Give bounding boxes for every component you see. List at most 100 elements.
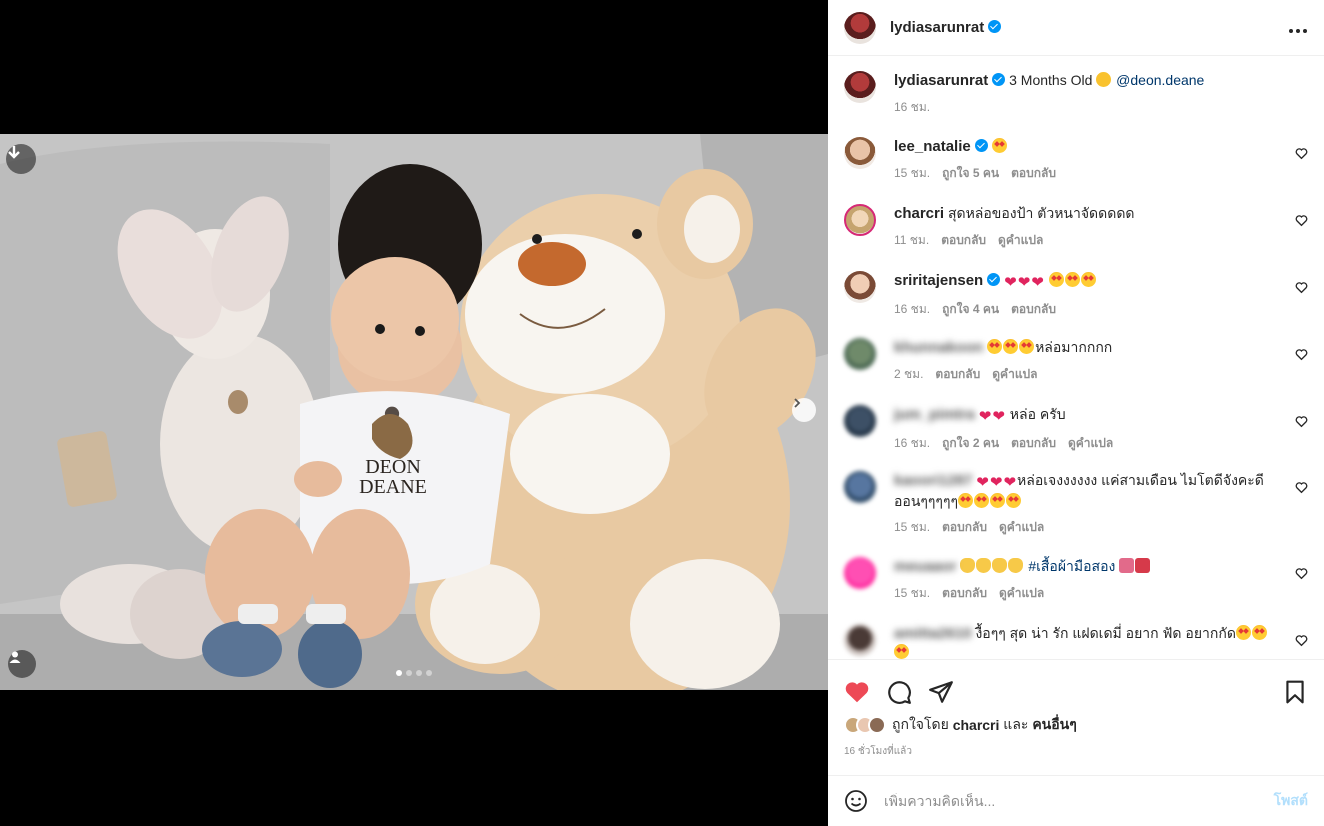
comment-text: charcri สุดหล่อของป้า ตัวหนาจัดดดดด (894, 204, 1308, 223)
commenter-username[interactable]: kaoori1287 (894, 472, 972, 489)
author-username-text[interactable]: lydiasarunrat (890, 19, 984, 36)
commenter-username[interactable]: amitta2610 (894, 625, 972, 642)
liked-by-others-link[interactable]: คนอื่นๆ (1032, 714, 1076, 736)
commenter-avatar[interactable] (844, 137, 876, 169)
more-options-button[interactable] (1288, 18, 1308, 38)
comment-time[interactable]: 15 ชม. (894, 518, 930, 537)
commenter-username[interactable]: sriritajensen (894, 272, 983, 289)
commenter-avatar[interactable] (844, 471, 876, 503)
comment-row: khunnakoon หล่อมากกกก 2 ชม. ตอบกลับ ดูคำ… (828, 338, 1324, 384)
add-comment-bar: โพสต์ (828, 775, 1324, 826)
comment-time[interactable]: 16 ชม. (894, 434, 930, 453)
save-bookmark-icon[interactable] (1282, 679, 1308, 705)
see-translation-button[interactable]: ดูคำแปล (999, 518, 1044, 537)
share-send-icon[interactable] (928, 679, 954, 705)
comment-time[interactable]: 15 ชม. (894, 164, 930, 183)
comment-meta: 15 ชม. ถูกใจ 5 คน ตอบกลับ (894, 164, 1308, 183)
star-struck-emoji-icon (1019, 339, 1035, 354)
post-photo[interactable]: • DEON DEANE (0, 134, 828, 690)
comment-meta: 16 ชม. ถูกใจ 2 คน ตอบกลับ ดูคำแปล (894, 434, 1308, 453)
star-struck-emoji-icon (1005, 493, 1021, 508)
reply-button[interactable]: ตอบกลับ (942, 584, 987, 603)
comment-body: lee_natalie 15 ชม. ถูกใจ 5 คน ตอบกลับ (894, 137, 1308, 183)
caption-time[interactable]: 16 ชม. (894, 98, 930, 117)
commenter-username[interactable]: khunnakoon (894, 339, 983, 356)
reply-button[interactable]: ตอบกลับ (941, 231, 986, 250)
caption-mention-link[interactable]: @deon.deane (1116, 72, 1204, 88)
red-heart-emoji-icon: ❤ (978, 408, 992, 425)
comment-row: charcri สุดหล่อของป้า ตัวหนาจัดดดดด 11 ช… (828, 204, 1324, 250)
reply-button[interactable]: ตอบกลับ (1011, 164, 1056, 183)
reply-button[interactable]: ตอบกลับ (1011, 434, 1056, 453)
avatar (868, 716, 886, 734)
clapping-hands-emoji-icon (976, 558, 992, 573)
commenter-avatar[interactable] (844, 405, 876, 437)
smile-emoji-icon (1096, 72, 1112, 87)
commenter-avatar[interactable] (844, 271, 876, 303)
carousel-next-button[interactable] (792, 398, 816, 422)
see-translation-button[interactable]: ดูคำแปล (992, 365, 1037, 384)
comment-icon[interactable] (886, 679, 912, 705)
comment-like-heart-icon[interactable] (1295, 634, 1308, 647)
carousel-dot (406, 670, 412, 676)
shirt-emoji-icon (1119, 558, 1135, 573)
clapping-hands-emoji-icon (992, 558, 1008, 573)
comment-like-heart-icon[interactable] (1295, 214, 1308, 227)
commenter-avatar[interactable] (844, 338, 876, 370)
star-struck-emoji-icon (1064, 272, 1080, 287)
commenter-username[interactable]: meuaaor (894, 558, 957, 575)
reply-button[interactable]: ตอบกลับ (1011, 300, 1056, 319)
see-translation-button[interactable]: ดูคำแปล (999, 584, 1044, 603)
post-comment-button[interactable]: โพสต์ (1274, 790, 1308, 812)
comment-meta: 2 ชม. ตอบกลับ ดูคำแปล (894, 365, 1308, 384)
comment-likes[interactable]: ถูกใจ 5 คน (942, 164, 999, 183)
comments-list[interactable]: lydiasarunrat 3 Months Old @deon.deane 1… (828, 57, 1324, 659)
reply-button[interactable]: ตอบกลับ (935, 365, 980, 384)
comment-like-heart-icon[interactable] (1295, 147, 1308, 160)
comment-message: สุดหล่อของป้า ตัวหนาจัดดดดด (947, 205, 1135, 221)
comment-text: lee_natalie (894, 137, 1308, 156)
comment-likes[interactable]: ถูกใจ 4 คน (942, 300, 999, 319)
comment-likes[interactable]: ถูกใจ 2 คน (942, 434, 999, 453)
tagged-people-button[interactable] (8, 650, 36, 678)
comment-row: sriritajensen ❤❤❤ 16 ชม. ถูกใจ 4 คน ตอบก… (828, 271, 1324, 319)
download-button[interactable] (6, 144, 36, 174)
commenter-username[interactable]: charcri (894, 205, 944, 222)
commenter-avatar[interactable] (844, 204, 876, 236)
red-heart-emoji-icon: ❤ (976, 474, 989, 491)
post-timestamp[interactable]: 16 ชั่วโมงที่แล้ว (828, 738, 1324, 759)
download-arrow-icon (8, 146, 20, 159)
comment-time[interactable]: 11 ชม. (894, 231, 929, 250)
comment-like-heart-icon[interactable] (1295, 567, 1308, 580)
author-avatar[interactable] (844, 11, 876, 44)
red-heart-emoji-icon: ❤ (992, 408, 1005, 425)
liker-avatars[interactable] (844, 716, 886, 734)
caption-avatar[interactable] (844, 71, 876, 103)
hashtag-link[interactable]: #เสื้อผ้ามือสอง (1028, 558, 1115, 574)
comment-time[interactable]: 2 ชม. (894, 365, 923, 384)
photo-illustration: • (0, 134, 828, 690)
liked-by-summary: ถูกใจโดย charcri และ คนอื่นๆ (828, 712, 1324, 738)
commenter-username[interactable]: lee_natalie (894, 138, 971, 155)
liked-by-and: และ (1003, 716, 1029, 732)
like-heart-icon[interactable] (844, 679, 870, 705)
comment-row: amitta2610 งื้อๆๆ สุด น่า รัก แฝดเดมี่ อ… (828, 624, 1324, 659)
author-username[interactable]: lydiasarunrat (890, 19, 1002, 36)
comment-time[interactable]: 16 ชม. (894, 300, 930, 319)
comment-like-heart-icon[interactable] (1295, 281, 1308, 294)
reply-button[interactable]: ตอบกลับ (942, 518, 987, 537)
comment-like-heart-icon[interactable] (1295, 481, 1308, 494)
emoji-picker-icon[interactable] (844, 789, 868, 813)
comment-like-heart-icon[interactable] (1295, 415, 1308, 428)
commenter-avatar[interactable] (844, 624, 876, 656)
clapping-hands-emoji-icon (1008, 558, 1024, 573)
commenter-username[interactable]: jum_pimtra (894, 406, 975, 423)
comment-input[interactable] (884, 793, 1274, 809)
comment-time[interactable]: 15 ชม. (894, 584, 930, 603)
see-translation-button[interactable]: ดูคำแปล (1068, 434, 1113, 453)
comment-like-heart-icon[interactable] (1295, 348, 1308, 361)
liked-by-user-link[interactable]: charcri (953, 717, 1000, 733)
caption-username[interactable]: lydiasarunrat (894, 72, 988, 89)
see-translation-button[interactable]: ดูคำแปล (998, 231, 1043, 250)
commenter-avatar[interactable] (844, 557, 876, 589)
